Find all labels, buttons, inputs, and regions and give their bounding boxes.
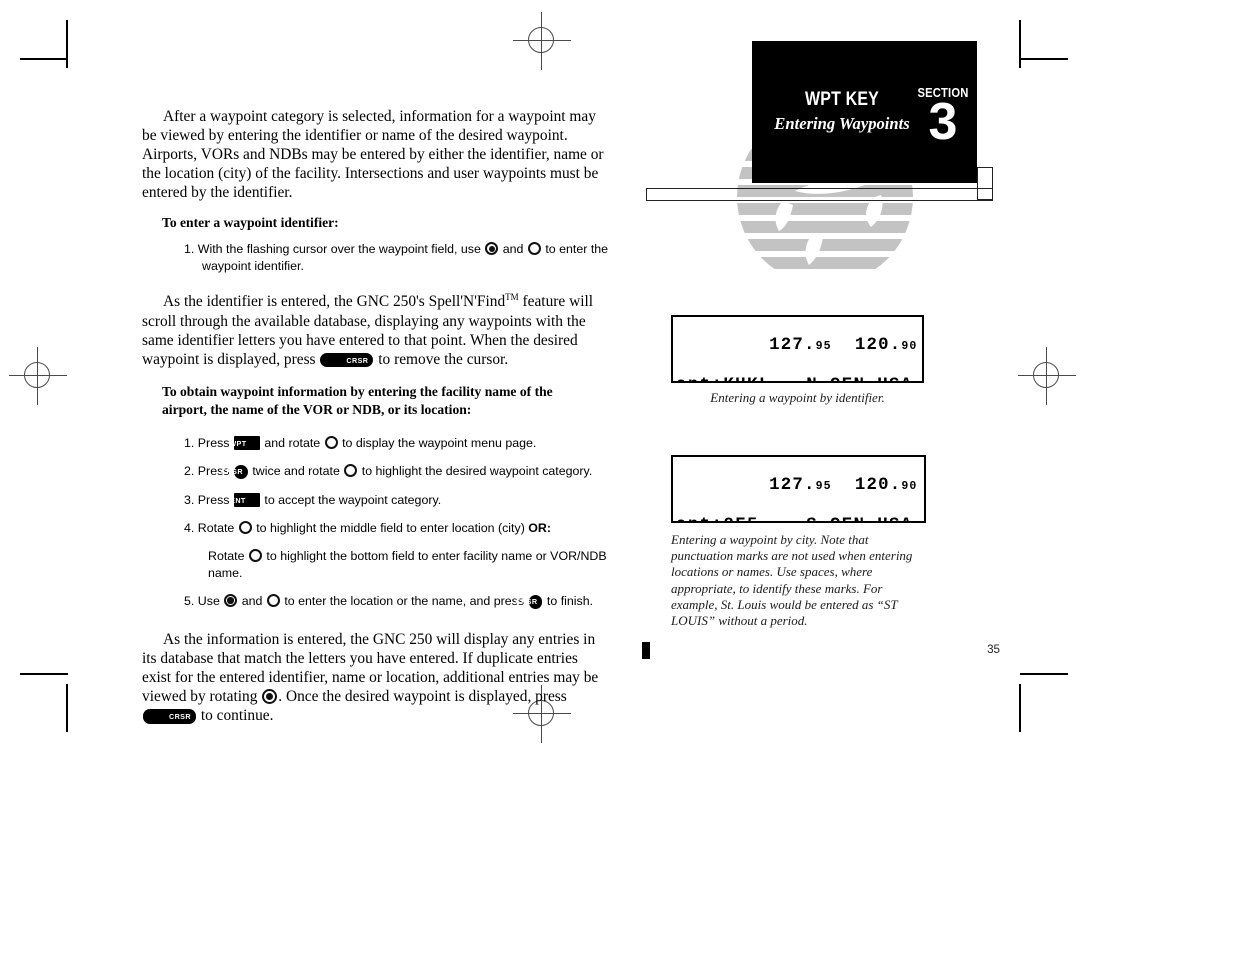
inner-knob-icon (248, 549, 262, 563)
crop-mark-bottom-right-h (1020, 673, 1068, 675)
figure-caption-city: Entering a waypoint by city. Note that p… (671, 532, 913, 629)
intro-paragraph: After a waypoint category is selected, i… (142, 108, 604, 202)
list-item: 2. Press CRSR twice and rotate to highli… (142, 463, 610, 479)
gps-display-city: 127.95 120.90 apt:2F5 S CEN USA LAMESA__… (671, 455, 926, 523)
step-text-conjunction: and (241, 594, 263, 609)
list-item: 5. Use and to enter the location or the … (142, 593, 610, 609)
subheading-facility-name-line2: airport, the name of the VOR or NDB, or … (162, 401, 472, 417)
subheading-enter-identifier: To enter a waypoint identifier: (162, 215, 339, 231)
crsr-key-icon: CRSR (516, 594, 543, 609)
page-title: WPT KEY (804, 88, 880, 110)
inner-knob-icon (344, 464, 358, 478)
paragraph-text-tail: to continue. (200, 707, 274, 724)
step-number: 2. (184, 464, 195, 479)
step-text: Rotate (208, 549, 245, 564)
inner-knob-icon (238, 521, 252, 534)
step-number: 1. (184, 435, 195, 450)
decorative-outline-box-main (646, 188, 993, 201)
crsr-key-icon: CRSR (320, 353, 374, 368)
step-text: With the flashing cursor over the waypoi… (197, 242, 481, 257)
crsr-key-icon: CRSR (143, 709, 196, 724)
active-frequency: 127. (769, 336, 816, 356)
page-subtitle: Entering Waypoints (774, 114, 910, 133)
inner-knob-icon (527, 242, 541, 256)
wpt-key-icon: WPT (229, 436, 260, 451)
step-number: 5. (184, 594, 195, 609)
sidebar-column: WPT KEY Entering Waypoints SECTION 3 127… (620, 0, 1020, 954)
registration-mark-top (513, 12, 571, 70)
frequency-gap (832, 336, 855, 355)
subheading-facility-name-line1: To obtain waypoint information by enteri… (162, 383, 553, 399)
crop-mark-top-left-h (20, 58, 68, 60)
figure-caption-identifier: Entering a waypoint by identifier. (710, 390, 885, 405)
list-item: Rotate to highlight the bottom field to … (142, 548, 610, 581)
crop-mark-top-right-h (1020, 58, 1068, 60)
active-frequency: 127. (769, 476, 816, 496)
paragraph-text-lead: As the identifier is entered, the GNC 25… (163, 293, 506, 311)
outer-knob-icon (262, 688, 278, 704)
step-text-mid: twice and rotate (252, 464, 340, 479)
section-number: 3 (928, 93, 958, 151)
step-number: 4. (184, 521, 195, 535)
ent-key-icon: ENT (230, 493, 260, 507)
active-frequency-decimal: 95 (815, 340, 832, 354)
active-frequency-decimal: 95 (815, 480, 832, 494)
step-text-tail: to display the waypoint menu page. (342, 435, 537, 450)
registration-mark-right (1018, 347, 1076, 405)
step-text-tail: to finish. (546, 594, 594, 609)
crop-mark-bottom-left-h (20, 673, 68, 675)
step-text-mid: and rotate (264, 435, 321, 450)
step-text: Rotate (197, 521, 235, 535)
outer-knob-icon (224, 594, 238, 608)
step-text-mid: to highlight the middle field to enter l… (256, 521, 525, 535)
outer-knob-icon (485, 242, 499, 256)
list-item: 1. With the flashing cursor over the way… (142, 241, 610, 274)
document-page: After a waypoint category is selected, i… (0, 0, 1235, 954)
registration-ring (24, 362, 50, 388)
page-number: 35 (987, 643, 1000, 656)
list-item: 4. Rotate to highlight the middle field … (142, 520, 610, 536)
registration-mark-left (9, 347, 67, 405)
lcd-waypoint-id-row: apt:KUKL N CEN USA (673, 376, 922, 381)
paragraph-text-tail: to remove the cursor. (378, 350, 509, 368)
lcd-waypoint-id-row: apt:2F5 S CEN USA (673, 516, 924, 521)
standby-frequency: 120. (854, 476, 902, 496)
registration-ring (528, 27, 554, 53)
step-text-tail: to accept the waypoint category. (264, 492, 442, 507)
step-text: Press (197, 435, 230, 450)
step-number: 3. (184, 492, 195, 507)
standby-frequency-decimal: 90 (901, 480, 918, 494)
step-text-conjunction: and (502, 242, 524, 257)
duplicate-entries-paragraph: As the information is entered, the GNC 2… (142, 630, 610, 725)
step-list-identifier: 1. With the flashing cursor over the way… (142, 241, 610, 274)
frequency-gap (832, 476, 855, 495)
gps-display-identifier: 127.95 120.90 apt:KUKL N CEN USA BURLING… (671, 315, 924, 383)
step-number: 1. (184, 242, 195, 257)
step-text: Use (197, 594, 220, 609)
list-item: 1. Press WPT and rotate to display the w… (142, 435, 610, 451)
lcd-frequency-row: 127.95 120.90 (673, 457, 924, 516)
crop-mark-bottom-left-v (66, 684, 68, 732)
step-text: Press (197, 492, 230, 507)
crsr-key-icon: CRSR (221, 464, 248, 479)
footer-marker-bar (642, 642, 650, 659)
step-text-mid: to enter the location or the name, and p… (284, 594, 525, 609)
step-text-tail: to highlight the bottom field to enter f… (208, 549, 607, 580)
step-text-tail: to highlight the desired waypoint catego… (361, 464, 593, 479)
inner-knob-icon (266, 594, 280, 608)
paragraph-text-mid: . Once the desired waypoint is displayed… (278, 687, 567, 705)
section-header-banner: WPT KEY Entering Waypoints SECTION 3 (752, 41, 977, 183)
inner-knob-icon (324, 435, 338, 449)
step-text-or: OR: (528, 521, 551, 535)
body-text-column: After a waypoint category is selected, i… (142, 107, 610, 725)
lcd-frequency-row: 127.95 120.90 (673, 317, 922, 376)
standby-frequency: 120. (854, 336, 902, 356)
crop-mark-top-left-v (66, 20, 68, 68)
registration-ring (1033, 362, 1059, 388)
standby-frequency-decimal: 90 (901, 340, 918, 354)
spell-n-find-paragraph: As the identifier is entered, the GNC 25… (142, 288, 610, 369)
trademark-mark: TM (505, 292, 519, 303)
list-item: 3. Press ENT to accept the waypoint cate… (142, 492, 610, 508)
step-list-facility: 1. Press WPT and rotate to display the w… (142, 435, 610, 610)
